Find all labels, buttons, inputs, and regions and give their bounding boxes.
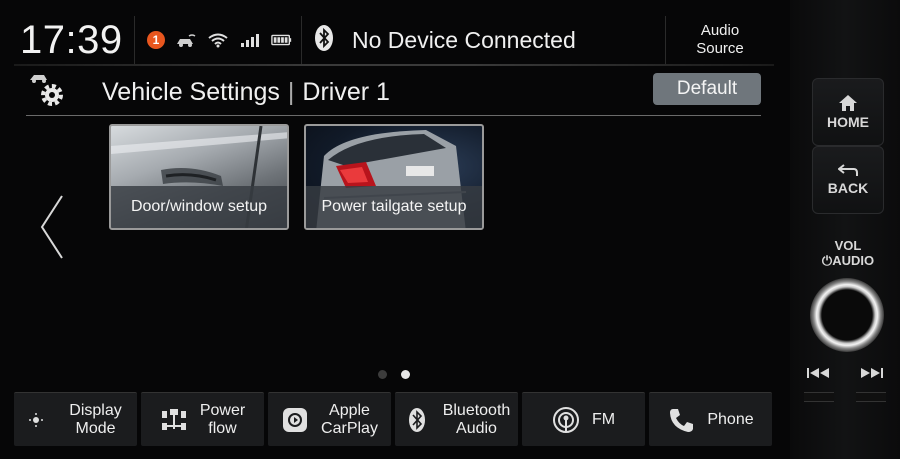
power-flow-icon	[160, 406, 188, 434]
display-mode-button[interactable]: Display Mode	[14, 392, 137, 446]
clock-cell: 17:39	[14, 16, 134, 64]
hardware-panel: HOME BACK VOL ⏻AUDIO	[790, 0, 900, 459]
phone-icon	[667, 406, 695, 434]
status-divider	[14, 64, 774, 66]
previous-page-arrow[interactable]	[36, 192, 68, 262]
door-window-setup-label: Door/window setup	[111, 186, 287, 228]
display-mode-icon	[29, 406, 57, 434]
skip-back-icon	[807, 368, 829, 378]
status-icons[interactable]: 1	[134, 16, 302, 64]
notification-badge[interactable]: 1	[147, 31, 165, 49]
next-track-button[interactable]	[856, 364, 886, 382]
volume-knob[interactable]	[810, 278, 884, 352]
connected-car-icon	[175, 31, 197, 49]
page-dot-1[interactable]	[378, 370, 387, 379]
phone-button[interactable]: Phone	[649, 392, 772, 446]
audio-source-button[interactable]: Audio Source	[666, 16, 774, 64]
home-hard-button[interactable]: HOME	[812, 78, 884, 146]
apple-carplay-label: Apple CarPlay	[321, 401, 378, 437]
fm-button[interactable]: FM	[522, 392, 645, 446]
vol-audio-label: VOL ⏻AUDIO	[821, 238, 875, 268]
chevron-left-icon	[40, 195, 63, 259]
bluetooth-audio-label: Bluetooth Audio	[442, 401, 511, 437]
prev-button-bezel	[804, 392, 834, 402]
bluetooth-icon	[403, 406, 431, 434]
back-label: BACK	[827, 180, 869, 196]
power-flow-label: Power flow	[199, 401, 246, 437]
audio-source-label-line2: Source	[696, 40, 744, 57]
display-mode-label: Display Mode	[69, 401, 122, 437]
device-status-text: No Device Connected	[352, 26, 576, 53]
title-row: Vehicle Settings | Driver 1 Default	[24, 70, 761, 114]
home-label: HOME	[827, 114, 869, 130]
next-button-bezel	[856, 392, 886, 402]
bluetooth-audio-button[interactable]: Bluetooth Audio	[395, 392, 518, 446]
page-dot-2[interactable]	[401, 370, 410, 379]
driver-profile: Driver 1	[302, 77, 390, 106]
skip-forward-icon	[861, 368, 883, 378]
fm-label: FM	[591, 410, 616, 428]
infotainment-screen: 17:39 1 No Device Connected Audio Source…	[0, 0, 790, 459]
door-window-setup-tile[interactable]: Door/window setup	[109, 124, 289, 230]
phone-label: Phone	[707, 410, 754, 428]
back-hard-button[interactable]: BACK	[812, 146, 884, 214]
bluetooth-device-status[interactable]: No Device Connected	[302, 16, 666, 64]
bluetooth-icon	[314, 24, 334, 57]
home-icon	[839, 95, 857, 111]
apple-carplay-button[interactable]: Apple CarPlay	[268, 392, 391, 446]
title-separator: |	[287, 77, 295, 106]
previous-track-button[interactable]	[804, 364, 834, 382]
clock: 17:39	[20, 17, 123, 62]
wifi-icon	[207, 31, 229, 49]
radio-icon	[552, 406, 580, 434]
page-title: Vehicle Settings | Driver 1	[102, 78, 390, 107]
back-arrow-icon	[838, 164, 858, 176]
power-flow-button[interactable]: Power flow	[141, 392, 264, 446]
vehicle-settings-gear-icon	[24, 70, 84, 114]
title-underline	[26, 115, 761, 116]
page-indicator	[378, 370, 410, 379]
audio-source-label-line1: Audio	[700, 22, 740, 39]
bottom-nav: Display Mode Power flow Apple CarPlay Bluet…	[14, 392, 772, 446]
battery-icon	[271, 31, 293, 49]
default-button[interactable]: Default	[653, 73, 761, 105]
power-tailgate-setup-tile[interactable]: Power tailgate setup	[304, 124, 484, 230]
status-bar: 17:39 1 No Device Connected Audio Source	[14, 16, 774, 64]
power-icon: ⏻	[821, 253, 833, 268]
signal-strength-icon	[239, 31, 261, 49]
title-text: Vehicle Settings	[102, 77, 280, 106]
carplay-icon	[281, 406, 309, 434]
power-tailgate-setup-label: Power tailgate setup	[306, 186, 482, 228]
